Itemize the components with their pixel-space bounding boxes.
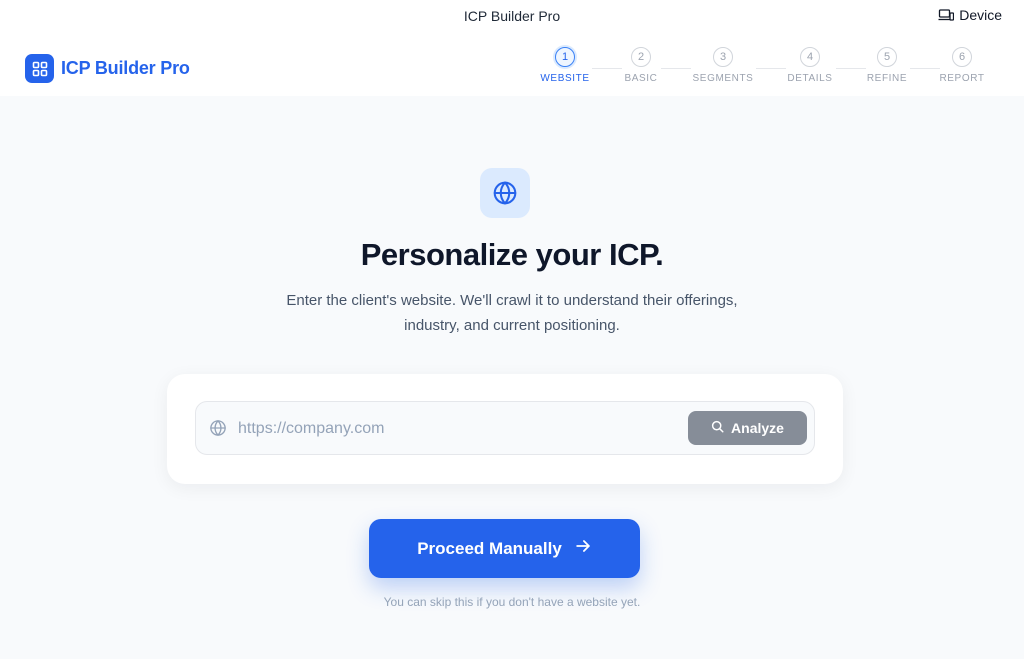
step-label: DETAILS: [787, 73, 833, 84]
app-header: ICP Builder Pro 1 WEBSITE 2 BASIC 3 SEGM…: [0, 33, 1024, 96]
window-titlebar: ICP Builder Pro Device: [0, 0, 1024, 33]
globe-icon: [209, 419, 227, 442]
step-number: 1: [555, 47, 575, 67]
step-website[interactable]: 1 WEBSITE: [530, 47, 600, 84]
device-label: Device: [959, 7, 1002, 23]
progress-stepper: 1 WEBSITE 2 BASIC 3 SEGMENTS 4 DETAILS 5…: [0, 47, 1024, 92]
website-input-card: Analyze: [167, 374, 843, 484]
step-segments[interactable]: 3 SEGMENTS: [688, 47, 758, 84]
step-label: REFINE: [866, 73, 908, 84]
step-number: 3: [713, 47, 733, 67]
device-toggle[interactable]: Device: [938, 7, 1002, 23]
page-description: Enter the client's website. We'll crawl …: [286, 292, 738, 334]
website-url-input[interactable]: [238, 416, 678, 442]
proceed-manually-button[interactable]: Proceed Manually: [369, 519, 640, 578]
proceed-button-label: Proceed Manually: [417, 538, 562, 558]
window-title: ICP Builder Pro: [463, 8, 561, 24]
analyze-button-label: Analyze: [731, 420, 784, 436]
step-label: SEGMENTS: [692, 73, 754, 84]
step-number: 5: [877, 47, 897, 67]
step-label: BASIC: [624, 73, 658, 84]
step-label: WEBSITE: [540, 73, 590, 84]
step-number: 6: [952, 47, 972, 67]
step-basic[interactable]: 2 BASIC: [606, 47, 676, 84]
skip-hint: You can skip this if you don't have a we…: [383, 595, 641, 609]
arrow-right-icon: [574, 537, 592, 560]
search-icon: [711, 420, 724, 436]
step-number: 4: [800, 47, 820, 67]
globe-icon: [480, 168, 530, 218]
page-title: Personalize your ICP.: [360, 237, 664, 272]
step-number: 2: [631, 47, 651, 67]
step-label: REPORT: [939, 73, 985, 84]
step-refine[interactable]: 5 REFINE: [852, 47, 922, 84]
url-field: Analyze: [195, 401, 815, 455]
step-details[interactable]: 4 DETAILS: [775, 47, 845, 84]
main-content: Personalize your ICP. Enter the client's…: [0, 96, 1024, 659]
step-report[interactable]: 6 REPORT: [927, 47, 997, 84]
analyze-button[interactable]: Analyze: [688, 411, 807, 445]
laptop-phone-icon: [938, 8, 955, 22]
